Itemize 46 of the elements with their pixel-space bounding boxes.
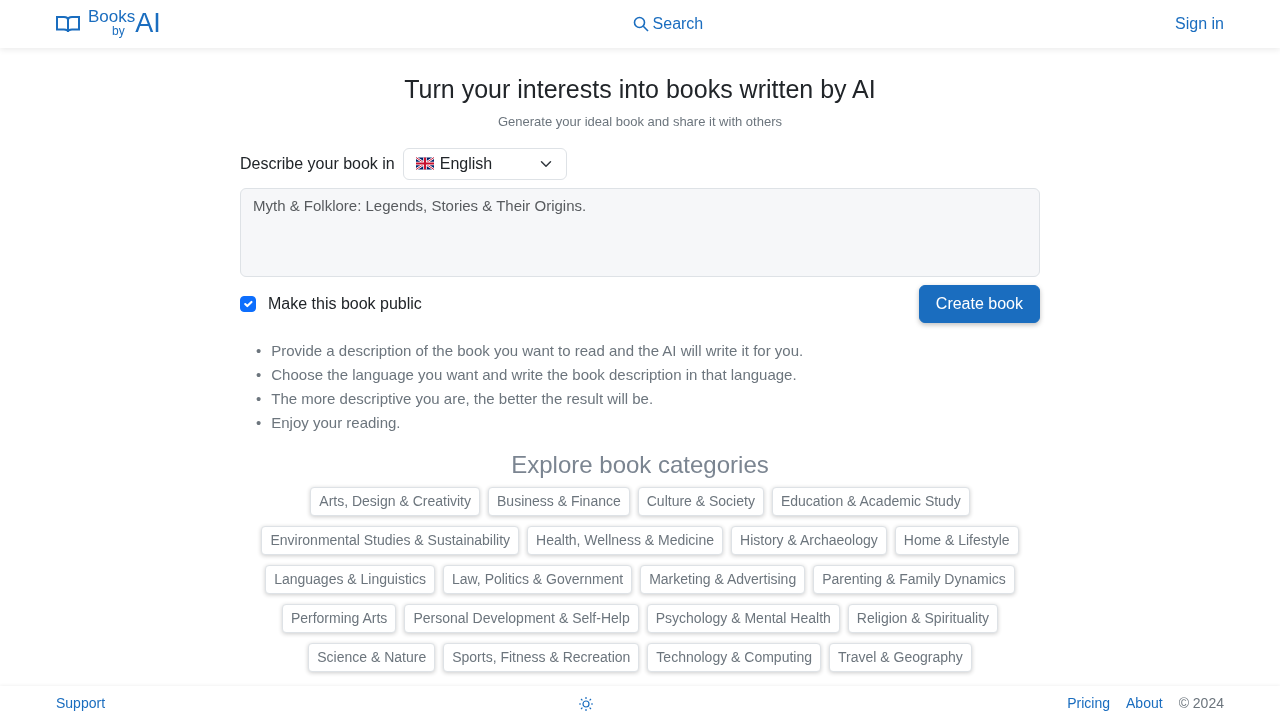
category-tag[interactable]: Home & Lifestyle (894, 526, 1019, 556)
sun-icon[interactable] (579, 696, 594, 711)
bullet-mark: • (256, 412, 262, 433)
about-link[interactable]: About (1126, 692, 1163, 714)
category-tag[interactable]: Culture & Society (637, 487, 764, 517)
create-book-button[interactable]: Create book (918, 284, 1040, 323)
category-tag[interactable]: Languages & Linguistics (265, 565, 435, 595)
support-link[interactable]: Support (56, 692, 106, 714)
category-tag[interactable]: Religion & Spirituality (847, 604, 999, 634)
public-checkbox[interactable] (240, 295, 256, 312)
tip-text: Provide a description of the book you want to read and the AI will write it for you. (271, 340, 804, 361)
category-tag[interactable]: Travel & Geography (829, 643, 972, 673)
search-icon (632, 16, 649, 32)
tip-text: Enjoy your reading. (271, 412, 401, 433)
page-title: Turn your interests into books written by AI (403, 74, 877, 104)
category-tag[interactable]: Personal Development & Self-Help (404, 604, 639, 634)
category-tag[interactable]: Parenting & Family Dynamics (813, 565, 1015, 595)
category-tag[interactable]: Science & Nature (308, 643, 436, 673)
section-title: Explore book categories (510, 450, 770, 480)
copyright-text: © 2024 (1178, 693, 1224, 713)
bullet-mark: • (256, 340, 262, 361)
public-label: Make this book public (268, 293, 422, 314)
category-tag[interactable]: Business & Finance (488, 487, 630, 517)
bullet-mark: • (256, 388, 262, 409)
category-tag[interactable]: Psychology & Mental Health (646, 604, 840, 634)
bullet-mark: • (256, 364, 262, 385)
category-tag[interactable]: Arts, Design & Creativity (310, 487, 480, 517)
category-tag[interactable]: Sports, Fitness & Recreation (443, 643, 640, 673)
category-tag[interactable]: Education & Academic Study (771, 487, 970, 517)
open-book-icon (56, 15, 80, 33)
category-tag[interactable]: Health, Wellness & Medicine (527, 526, 724, 556)
subtitle: Generate your ideal book and share it with others (497, 113, 783, 131)
category-tag[interactable]: Environmental Studies & Sustainability (261, 526, 520, 556)
language-select[interactable]: English (402, 147, 567, 180)
description-field[interactable]: Myth & Folklore: Legends, Stories & Their Origins. (240, 187, 1040, 277)
language-label: Describe your book in (240, 153, 395, 174)
category-tag[interactable]: History & Archaeology (731, 526, 887, 556)
tip-text: The more descriptive you are, the better the result will be. (271, 388, 654, 409)
sign-in-link[interactable]: Sign in (1175, 12, 1224, 36)
pricing-link[interactable]: Pricing (1067, 692, 1111, 714)
category-tag[interactable]: Technology & Computing (647, 643, 821, 673)
tip-text: Choose the language you want and write the book description in that language. (271, 364, 797, 385)
category-tag[interactable]: Law, Politics & Government (442, 565, 633, 595)
category-tag[interactable]: Performing Arts (281, 604, 397, 634)
category-tag[interactable]: Marketing & Advertising (640, 565, 806, 595)
search-link[interactable]: Search (632, 12, 704, 36)
